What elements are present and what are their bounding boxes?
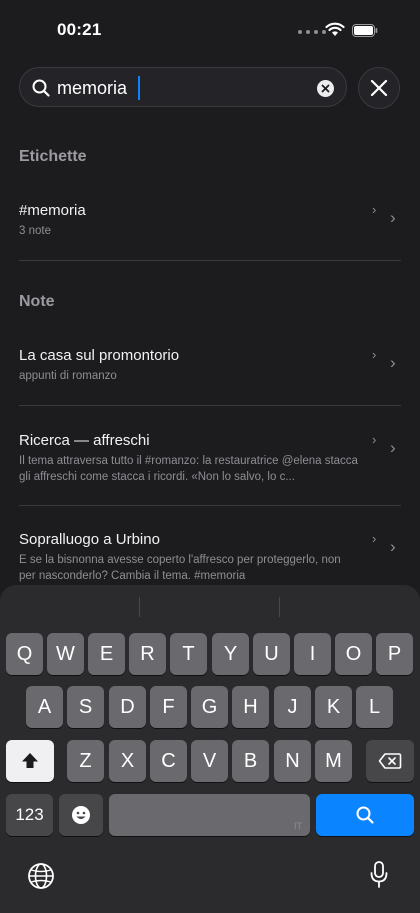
chevron-right-icon: › [372, 347, 377, 362]
tag-count: 3 note [19, 225, 51, 237]
key-r[interactable]: R [129, 633, 166, 675]
globe-icon[interactable] [27, 862, 55, 890]
note-row[interactable]: Ricerca — affreschi Il tema attraversa t… [19, 432, 401, 483]
key-i[interactable]: I [294, 633, 331, 675]
chevron-right-icon: › [372, 202, 377, 217]
key-s[interactable]: S [67, 686, 104, 728]
key-q[interactable]: Q [6, 633, 43, 675]
key-h[interactable]: H [232, 686, 269, 728]
search-icon [356, 806, 374, 824]
delete-key[interactable] [366, 740, 414, 782]
note-preview: E se la bisnonna avesse coperto l'affres… [19, 554, 341, 582]
key-f[interactable]: F [150, 686, 187, 728]
key-l[interactable]: L [356, 686, 393, 728]
key-z[interactable]: Z [67, 740, 104, 782]
key-o[interactable]: O [335, 633, 372, 675]
close-button[interactable] [358, 67, 400, 109]
key-a[interactable]: A [26, 686, 63, 728]
search-input[interactable] [57, 77, 287, 99]
note-title: La casa sul promontorio [19, 347, 180, 364]
screen: 00:21 memoria Etichette #memoria 3 note … [0, 0, 420, 913]
key-k[interactable]: K [315, 686, 352, 728]
clear-icon[interactable] [317, 80, 334, 97]
note-preview: Il tema attraversa tutto il #romanzo: la… [19, 455, 358, 483]
search-icon [32, 79, 50, 97]
suggestion-separator [139, 597, 140, 617]
note-preview: appunti di romanzo [19, 370, 117, 382]
signal-icon [298, 30, 326, 34]
key-y[interactable]: Y [212, 633, 249, 675]
key-j[interactable]: J [274, 686, 311, 728]
key-b[interactable]: B [232, 740, 269, 782]
note-row[interactable]: La casa sul promontorio appunti di roman… [19, 347, 401, 387]
chevron-right-icon: › [372, 432, 377, 447]
key-u[interactable]: U [253, 633, 290, 675]
key-w[interactable]: W [47, 633, 84, 675]
text-caret [138, 76, 140, 100]
note-title: Ricerca — affreschi [19, 432, 150, 449]
divider [19, 260, 401, 261]
note-row[interactable]: Sopralluogo a Urbino E se la bisnonna av… [19, 531, 401, 582]
keyboard: Q W E R T Y U I O P A S D F G H J K L Z … [0, 585, 420, 913]
key-p[interactable]: P [376, 633, 413, 675]
divider [19, 405, 401, 406]
chevron-right-icon: › [390, 438, 396, 457]
key-m[interactable]: M [315, 740, 352, 782]
status-bar: 00:21 [0, 0, 420, 56]
space-key[interactable]: IT [109, 794, 310, 836]
tag-label: #memoria [19, 202, 86, 219]
key-x[interactable]: X [109, 740, 146, 782]
chevron-right-icon: › [372, 531, 377, 546]
key-v[interactable]: V [191, 740, 228, 782]
key-e[interactable]: E [88, 633, 125, 675]
numbers-key[interactable]: 123 [6, 794, 53, 836]
key-d[interactable]: D [109, 686, 146, 728]
suggestion-separator [279, 597, 280, 617]
shift-key[interactable] [6, 740, 54, 782]
close-icon [370, 79, 388, 97]
status-time: 00:21 [57, 20, 102, 39]
chevron-right-icon: › [390, 353, 396, 372]
tag-row-memoria[interactable]: #memoria 3 note › › [19, 202, 401, 242]
divider [19, 505, 401, 506]
shift-icon [22, 753, 38, 768]
emoji-icon [72, 806, 90, 824]
delete-icon [378, 753, 402, 769]
search-key[interactable] [316, 794, 414, 836]
space-language-label: IT [294, 821, 302, 831]
note-title: Sopralluogo a Urbino [19, 531, 160, 548]
wifi-icon [325, 22, 345, 36]
key-c[interactable]: C [150, 740, 187, 782]
microphone-icon[interactable] [369, 860, 389, 890]
search-field[interactable] [19, 67, 347, 107]
tags-section-title: Etichette [19, 148, 87, 165]
key-t[interactable]: T [170, 633, 207, 675]
chevron-right-icon: › [390, 208, 396, 227]
battery-icon [352, 24, 378, 37]
search-row [19, 67, 414, 109]
key-g[interactable]: G [191, 686, 228, 728]
key-n[interactable]: N [274, 740, 311, 782]
notes-section-title: Note [19, 293, 55, 310]
chevron-right-icon: › [390, 537, 396, 556]
emoji-key[interactable] [59, 794, 103, 836]
